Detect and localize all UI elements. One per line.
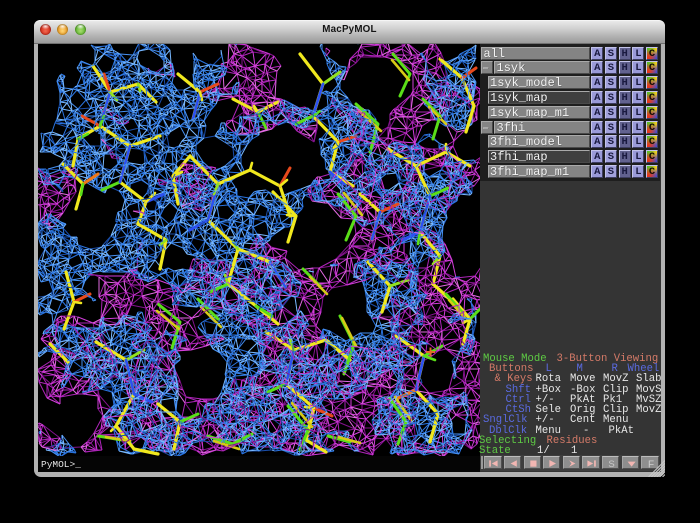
svg-text:S: S [608,459,614,470]
